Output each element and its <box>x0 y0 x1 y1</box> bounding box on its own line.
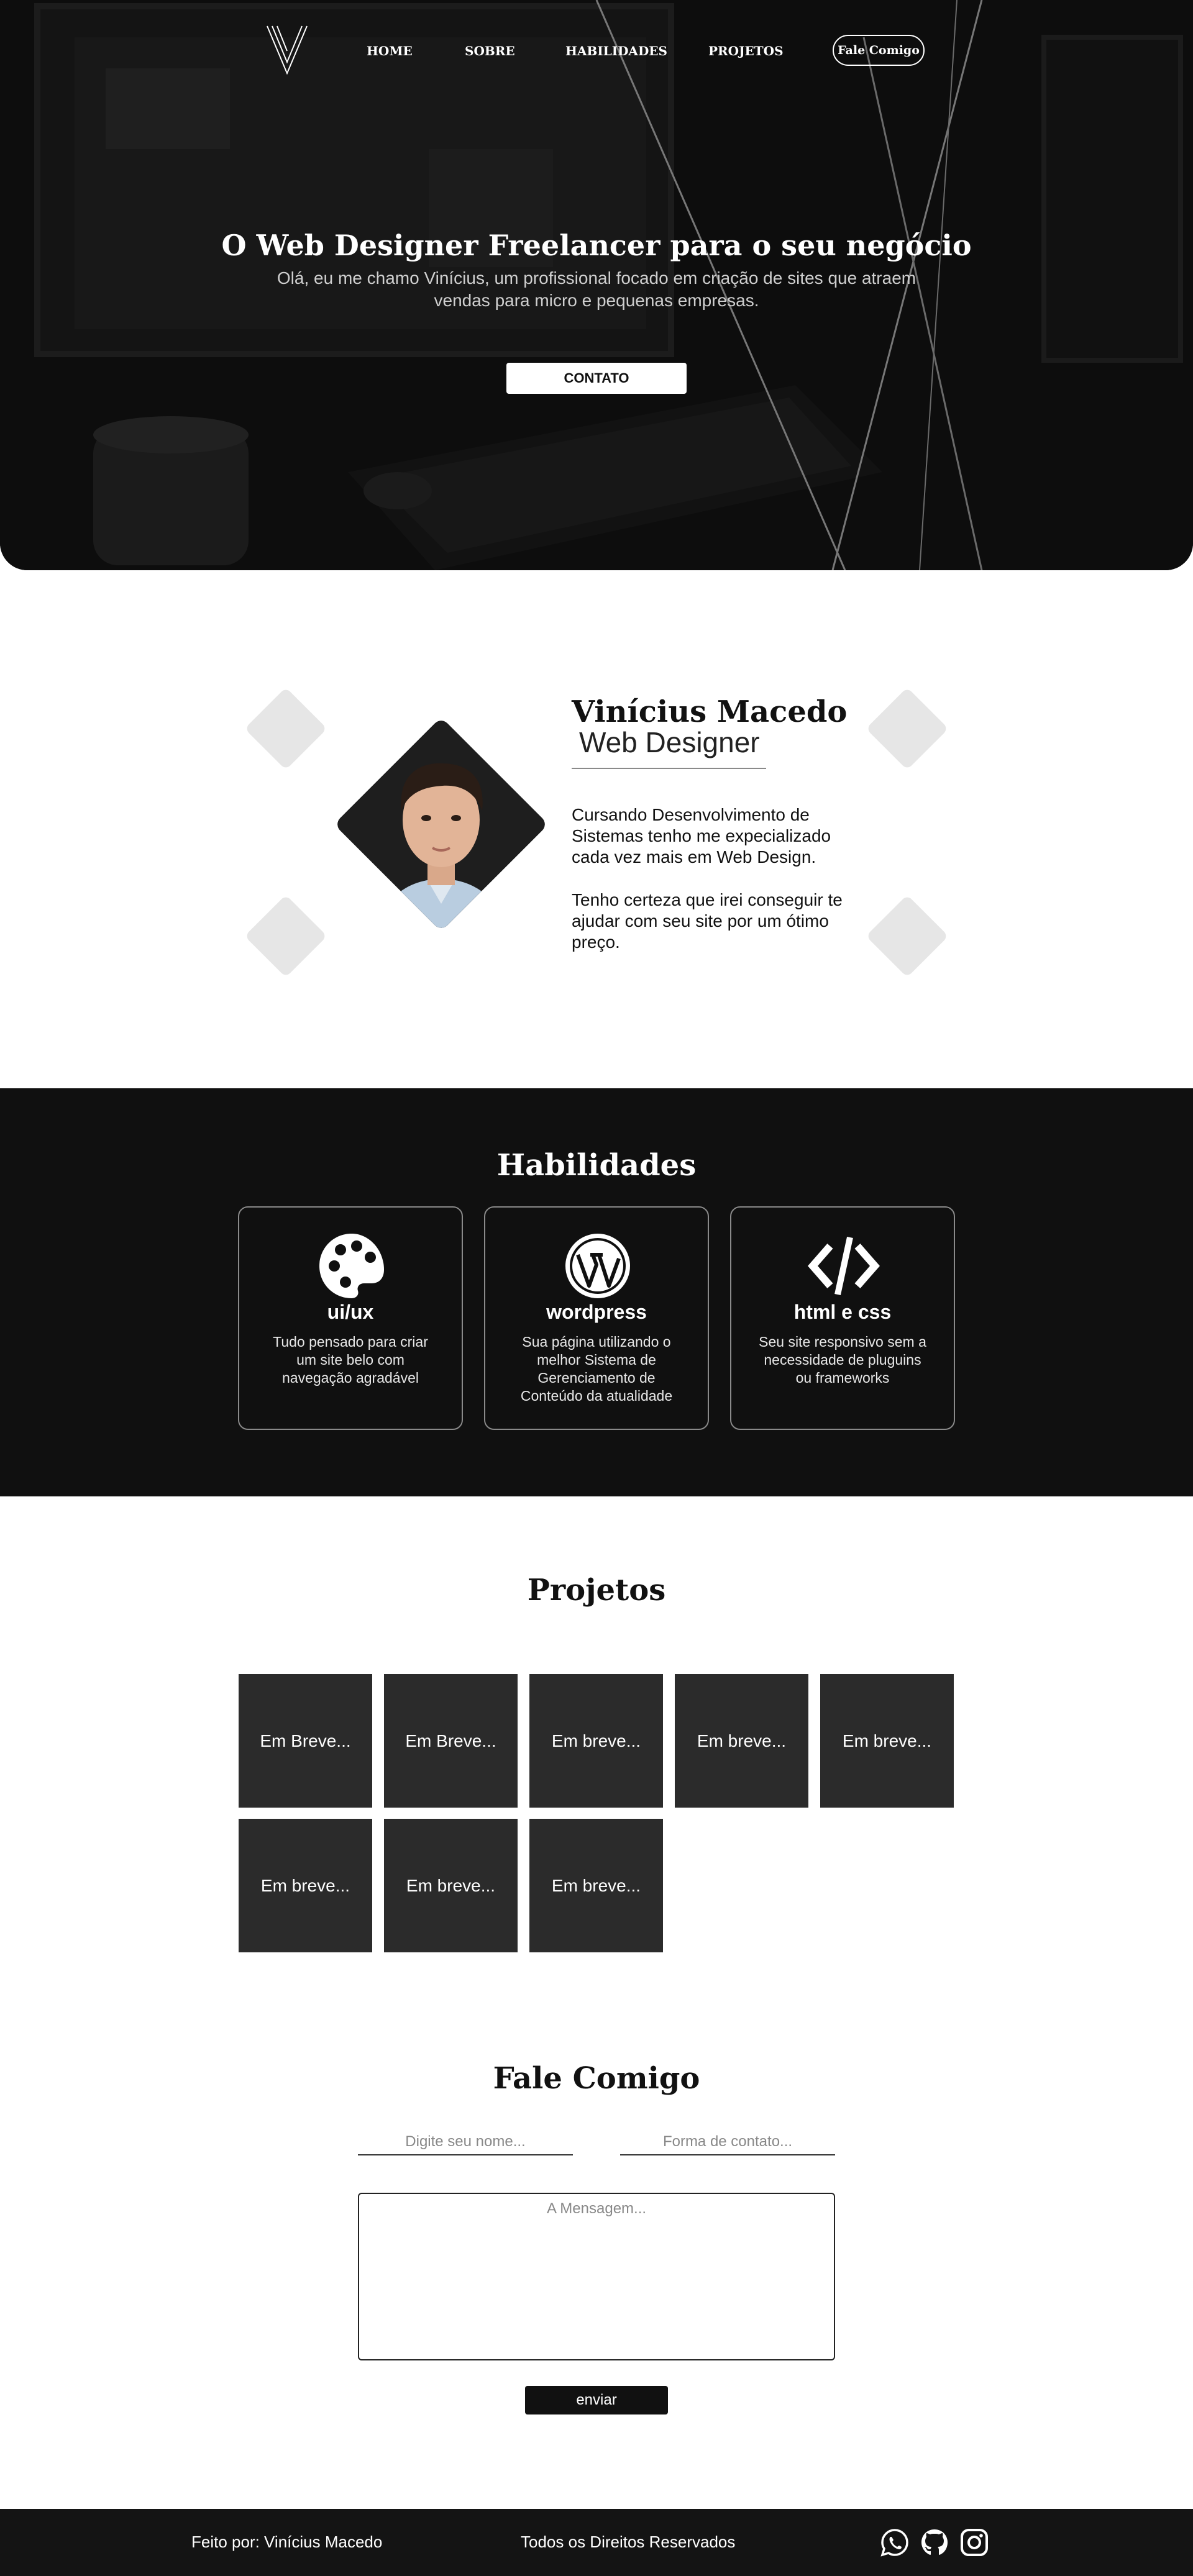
skill-name: wordpress <box>546 1301 647 1323</box>
decor-diamond <box>866 894 949 978</box>
fale-comigo-button[interactable]: Fale Comigo <box>833 35 925 66</box>
skill-description: Seu site responsivo sem a necessidade de… <box>759 1334 926 1386</box>
project-tile[interactable]: Em breve... <box>820 1674 954 1808</box>
skill-card-wordpress: wordpress Sua página utilizando o melhor… <box>484 1206 709 1430</box>
project-tile[interactable]: Em breve... <box>384 1819 518 1952</box>
contact-method-input[interactable] <box>620 2129 835 2155</box>
skill-name: ui/ux <box>327 1301 374 1323</box>
nav-link-sobre[interactable]: SOBRE <box>465 43 515 58</box>
profile-photo <box>334 717 549 932</box>
wordpress-icon <box>565 1234 630 1298</box>
footer-author: Feito por: Vinícius Macedo <box>191 2533 383 2551</box>
code-icon <box>808 1236 880 1296</box>
about-name: Vinícius Macedo <box>572 694 848 729</box>
nav-link-habilidades[interactable]: HABILIDADES <box>565 43 667 58</box>
project-tile[interactable]: Em breve... <box>239 1819 372 1952</box>
about-paragraph: Tenho certeza que irei conseguir te ajud… <box>572 890 843 952</box>
nav-link-home[interactable]: HOME <box>367 43 413 58</box>
palette-icon <box>319 1234 384 1298</box>
main-navigation: HOME SOBRE HABILIDADES PROJETOS Fale Com… <box>0 35 1193 66</box>
footer: Feito por: Vinícius Macedo Todos os Dire… <box>0 2509 1193 2576</box>
skill-description: Sua página utilizando o melhor Sistema d… <box>520 1334 673 1404</box>
profile-photo-frame <box>334 717 549 932</box>
divider <box>572 768 766 769</box>
about-paragraph: Cursando Desenvolvimento de Sistemas ten… <box>572 805 831 867</box>
message-textarea[interactable] <box>358 2193 835 2360</box>
skills-title: Habilidades <box>496 1148 697 1183</box>
hero-title: O Web Designer Freelancer para o seu neg… <box>221 229 972 262</box>
nav-link-projetos[interactable]: PROJETOS <box>708 43 784 58</box>
github-icon[interactable] <box>920 2528 949 2557</box>
contato-button[interactable]: CONTATO <box>506 363 687 394</box>
contact-title: Fale Comigo <box>493 2061 700 2096</box>
projects-title: Projetos <box>527 1573 666 1608</box>
skill-card-html-css: html e css Seu site responsivo sem a nec… <box>730 1206 955 1430</box>
project-tile[interactable]: Em breve... <box>529 1819 663 1952</box>
decor-diamond <box>244 687 327 770</box>
skills-section: Habilidades ui/ux Tudo pensado para cria… <box>0 1088 1193 1496</box>
project-tile[interactable]: Em Breve... <box>239 1674 372 1808</box>
send-button[interactable]: enviar <box>525 2386 668 2414</box>
about-role: Web Designer <box>579 726 760 758</box>
skill-card-uiux: ui/ux Tudo pensado para criar um site be… <box>238 1206 463 1430</box>
name-input[interactable] <box>358 2129 573 2155</box>
whatsapp-icon[interactable] <box>880 2528 910 2557</box>
footer-rights: Todos os Direitos Reservados <box>521 2533 736 2551</box>
decor-diamond <box>244 894 327 978</box>
instagram-icon[interactable] <box>959 2528 989 2557</box>
hero-subtitle: Olá, eu me chamo Vinícius, um profission… <box>277 268 916 310</box>
hero-section: HOME SOBRE HABILIDADES PROJETOS Fale Com… <box>0 0 1193 570</box>
skill-description: Tudo pensado para criar um site belo com… <box>273 1334 428 1386</box>
decor-diamond <box>866 687 949 770</box>
project-tile[interactable]: Em breve... <box>675 1674 808 1808</box>
project-tile[interactable]: Em breve... <box>529 1674 663 1808</box>
project-tile[interactable]: Em Breve... <box>384 1674 518 1808</box>
skill-name: html e css <box>793 1301 892 1323</box>
